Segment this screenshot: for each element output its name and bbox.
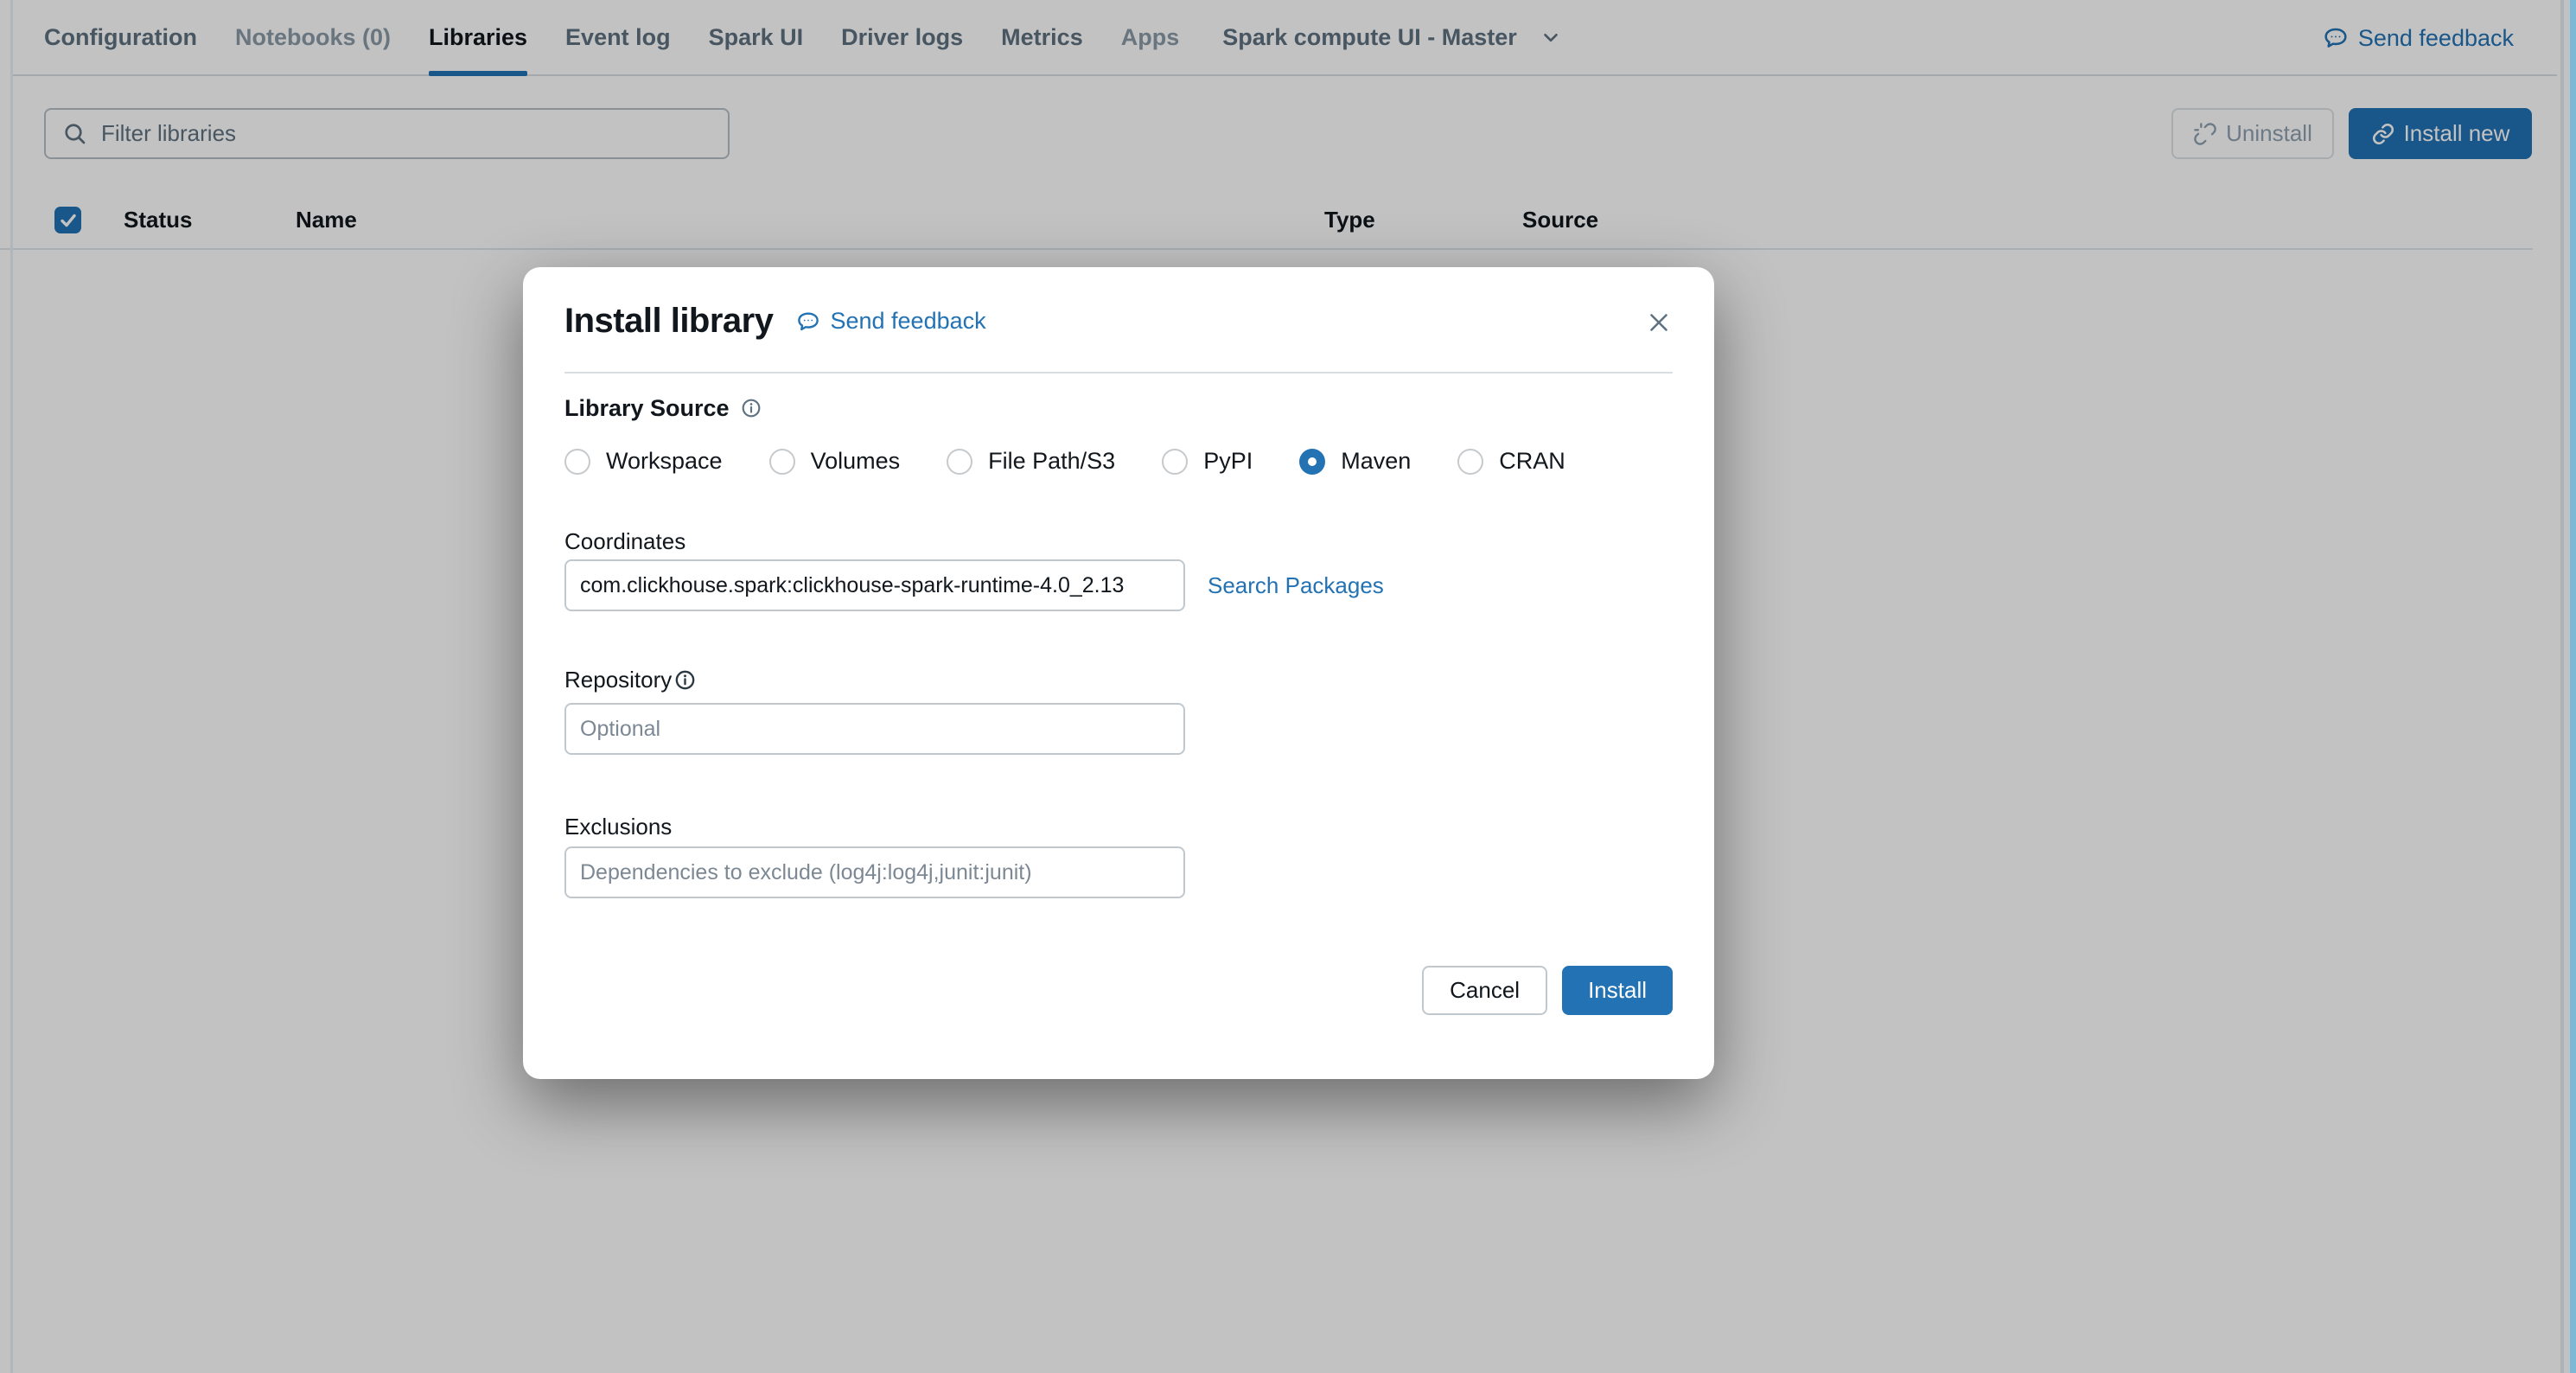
libraries-page: Configuration Notebooks (0) Libraries Ev… xyxy=(0,0,2576,1373)
library-source-label: Library Source xyxy=(564,394,1673,422)
coordinates-input[interactable] xyxy=(564,559,1185,611)
scrollbar-gutter[interactable] xyxy=(2564,0,2570,1373)
repository-input[interactable] xyxy=(564,703,1185,755)
modal-actions: Cancel Install xyxy=(564,966,1673,1015)
radio-circle-selected xyxy=(1299,449,1325,475)
feedback-bubble-icon xyxy=(795,309,821,335)
exclusions-label: Exclusions xyxy=(564,814,1673,840)
repository-label: Repository xyxy=(564,667,1673,693)
info-icon[interactable] xyxy=(740,397,762,419)
radio-circle xyxy=(1162,449,1188,475)
close-icon xyxy=(1644,308,1674,337)
left-panel-divider xyxy=(10,0,13,1373)
modal-send-feedback-link[interactable]: Send feedback xyxy=(795,308,985,335)
library-source-radio-group: Workspace Volumes File Path/S3 PyPI Mave… xyxy=(564,448,1673,475)
cancel-button[interactable]: Cancel xyxy=(1422,966,1547,1015)
repository-row xyxy=(564,703,1673,755)
search-packages-link[interactable]: Search Packages xyxy=(1208,572,1384,599)
radio-circle xyxy=(769,449,795,475)
radio-circle xyxy=(947,449,972,475)
radio-maven[interactable]: Maven xyxy=(1299,448,1411,475)
modal-header: Install library Send feedback xyxy=(564,267,1673,341)
install-button[interactable]: Install xyxy=(1562,966,1673,1015)
radio-circle xyxy=(1457,449,1483,475)
radio-pypi[interactable]: PyPI xyxy=(1162,448,1253,475)
radio-circle xyxy=(564,449,590,475)
info-icon[interactable] xyxy=(673,668,697,692)
install-library-modal: Install library Send feedback xyxy=(523,267,1714,1079)
modal-divider xyxy=(564,372,1673,374)
exclusions-row xyxy=(564,846,1673,898)
radio-file-path-s3[interactable]: File Path/S3 xyxy=(947,448,1115,475)
coordinates-label: Coordinates xyxy=(564,528,1673,554)
modal-close-button[interactable] xyxy=(1642,305,1676,340)
radio-cran[interactable]: CRAN xyxy=(1457,448,1565,475)
right-edge-accent-bar xyxy=(2570,0,2576,1373)
exclusions-input[interactable] xyxy=(564,846,1185,898)
radio-workspace[interactable]: Workspace xyxy=(564,448,723,475)
modal-title: Install library xyxy=(564,302,773,341)
radio-volumes[interactable]: Volumes xyxy=(769,448,901,475)
coordinates-row: Search Packages xyxy=(564,559,1673,611)
